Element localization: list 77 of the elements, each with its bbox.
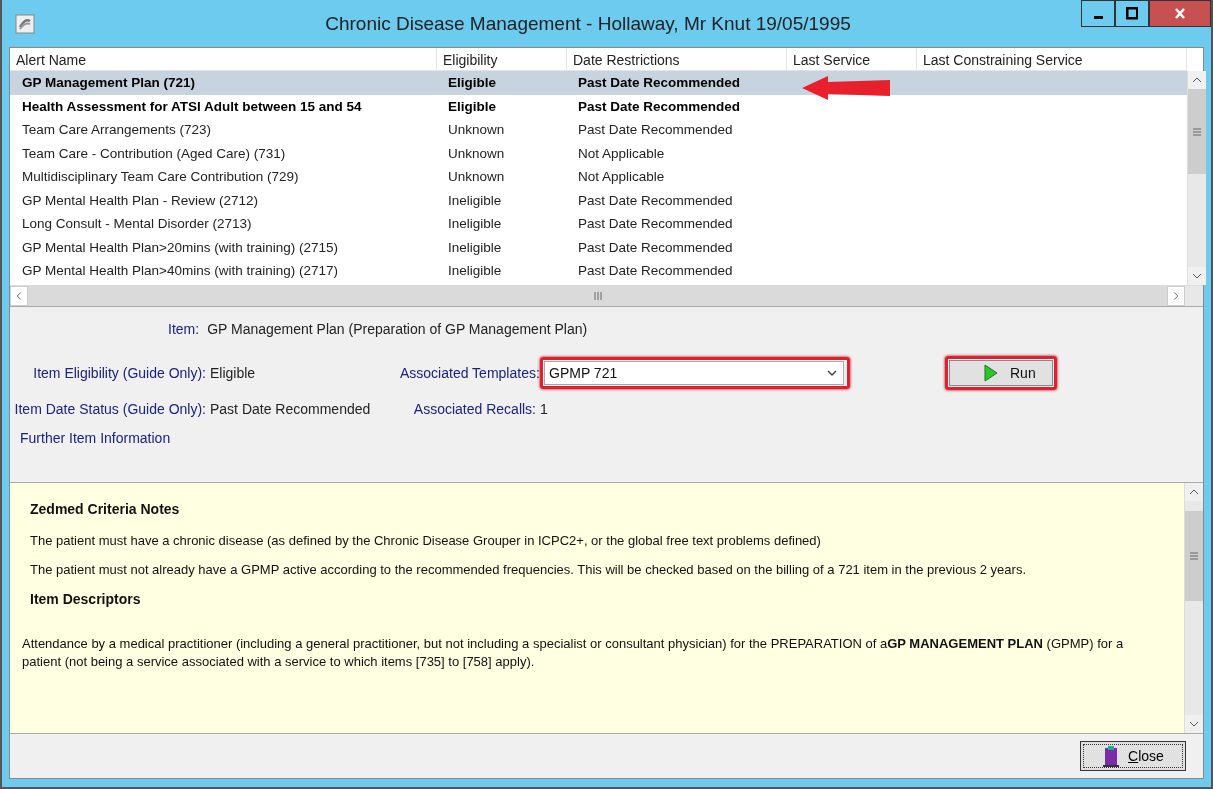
minimize-button[interactable] bbox=[1081, 0, 1115, 27]
section-heading: Item Descriptors bbox=[30, 591, 142, 607]
criteria-note: The patient must have a chronic disease (as defined by the Chronic Disease Grouper in ICPC2+, or the global free text problems defined) bbox=[30, 533, 822, 548]
table-row[interactable]: GP Mental Health Plan>40mins (with training) (2717) Ineligible Past Date Recommended bbox=[10, 259, 1187, 283]
column-header[interactable]: Last Constraining Service bbox=[917, 48, 1187, 70]
grip-icon bbox=[1189, 552, 1199, 560]
close-button[interactable]: Close bbox=[1080, 741, 1186, 771]
table-cell-text: Ineligible bbox=[447, 192, 503, 208]
field-label: Associated Recalls: bbox=[412, 401, 537, 417]
table-cell-text: Team Care Arrangements (723) bbox=[21, 122, 213, 138]
table-cell-text: Long Consult - Mental Disorder (2713) bbox=[21, 216, 253, 232]
caret-icon bbox=[825, 368, 839, 378]
table-cell-text: GP Mental Health Plan>20mins (with training) (2715) bbox=[21, 239, 340, 255]
table-cell-text: Not Applicable bbox=[577, 169, 666, 185]
scroll-down-icon[interactable] bbox=[1188, 267, 1206, 285]
play-icon bbox=[984, 364, 998, 382]
close-button[interactable] bbox=[1149, 0, 1211, 27]
criteria-note: The patient must not already have a GPMP active according to the recommended frequencies. This will be checked based on the billing of a 721 item in the previous 2 years. bbox=[30, 562, 1028, 577]
table-row[interactable]: GP Management Plan (721) Eligible Past Date Recommended bbox=[10, 71, 1187, 95]
table-cell-text: Eligible bbox=[447, 75, 497, 91]
table-cell-text: GP Mental Health Plan>40mins (with training) (2717) bbox=[21, 263, 340, 279]
section-label: Further Item Information bbox=[19, 430, 172, 446]
table-cell-text: Ineligible bbox=[447, 239, 503, 255]
table-cell-text: Unknown bbox=[447, 122, 506, 138]
table-cell-text: Multidisciplinary Team Care Contribution (729) bbox=[21, 169, 300, 185]
table-row[interactable]: GP Mental Health Plan>20mins (with training) (2715) Ineligible Past Date Recommended bbox=[10, 235, 1187, 259]
table-cell-text: Unknown bbox=[447, 145, 506, 161]
table-cell-text: Past Date Recommended bbox=[577, 239, 734, 255]
table-cell-text: Ineligible bbox=[447, 263, 503, 279]
field-value: GP Management Plan (Preparation of GP Management Plan) bbox=[207, 321, 588, 337]
table-row[interactable]: Team Care - Contribution (Aged Care) (731) Unknown Not Applicable bbox=[10, 141, 1187, 165]
section-heading: Zedmed Criteria Notes bbox=[30, 501, 181, 517]
table-row[interactable]: Team Care Arrangements (723) Unknown Past Date Recommended bbox=[10, 118, 1187, 142]
field-value: Past Date Recommended bbox=[210, 401, 372, 417]
table-cell-text: Past Date Recommended bbox=[577, 122, 734, 138]
item-descriptor: Attendance by a medical practitioner (including a general practitioner, but not including a specialist or consultant physician) for the PREPARATION of aGP MANAGEMENT PLAN (GPMP) for a patient (not being a service associated with a service to which items [735] to [758] apply). bbox=[22, 635, 1125, 671]
app-icon bbox=[15, 13, 35, 34]
window-title: Chronic Disease Management - Hollaway, Mr Knut 19/05/1995 bbox=[324, 12, 852, 35]
field-value: 1 bbox=[540, 401, 549, 417]
grip-icon bbox=[1192, 127, 1202, 136]
field-label: Item: bbox=[168, 321, 201, 337]
template-dropdown[interactable]: GPMP 721 bbox=[544, 361, 844, 385]
table-cell-text: Ineligible bbox=[447, 216, 503, 232]
table-row[interactable]: Multidisciplinary Team Care Contribution (729) Unknown Not Applicable bbox=[10, 165, 1187, 189]
field-value: Eligible bbox=[210, 365, 257, 381]
table-cell-text: Not Applicable bbox=[577, 145, 666, 161]
field-label: Item Eligibility (Guide Only): bbox=[32, 365, 207, 381]
table-cell-text: Eligible bbox=[447, 98, 497, 114]
table-cell-text: Past Date Recommended bbox=[577, 192, 734, 208]
table-row[interactable]: GP Mental Health Plan - Review (2712) Ineligible Past Date Recommended bbox=[10, 188, 1187, 212]
scroll-up-icon[interactable] bbox=[1185, 483, 1203, 501]
table-cell-text: Past Date Recommended bbox=[577, 98, 742, 114]
table-cell-text: Past Date Recommended bbox=[577, 263, 734, 279]
scroll-up-icon[interactable] bbox=[1188, 71, 1206, 89]
column-header[interactable]: Date Restrictions bbox=[567, 48, 787, 70]
maximize-button[interactable] bbox=[1115, 0, 1149, 27]
table-row[interactable]: Health Assessment for ATSI Adult between 15 and 54 Eligible Past Date Recommended bbox=[10, 94, 1187, 118]
column-header[interactable]: Alert Name bbox=[10, 48, 437, 70]
minimize-icon bbox=[1093, 16, 1103, 19]
table-row[interactable]: Long Consult - Mental Disorder (2713) Ineligible Past Date Recommended bbox=[10, 212, 1187, 236]
column-header[interactable]: Last Service bbox=[787, 48, 917, 70]
door-icon bbox=[1102, 745, 1121, 767]
table-cell-text: Unknown bbox=[447, 169, 506, 185]
table-cell-text: GP Management Plan (721) bbox=[21, 75, 197, 91]
close-icon bbox=[1175, 8, 1185, 19]
column-header[interactable]: Eligibility bbox=[437, 48, 567, 70]
run-button[interactable]: Run bbox=[949, 360, 1053, 386]
grip-icon bbox=[593, 291, 602, 301]
maximize-icon bbox=[1125, 7, 1139, 20]
scroll-down-icon[interactable] bbox=[1185, 715, 1203, 733]
table-cell-text: Past Date Recommended bbox=[577, 75, 742, 91]
table-cell-text: Team Care - Contribution (Aged Care) (731) bbox=[21, 145, 287, 161]
table-cell-text: GP Mental Health Plan - Review (2712) bbox=[21, 192, 260, 208]
field-label: Associated Templates: bbox=[400, 365, 540, 381]
field-label: Item Date Status (Guide Only): bbox=[13, 401, 207, 417]
table-cell-text: Past Date Recommended bbox=[577, 216, 734, 232]
table-cell-text: Health Assessment for ATSI Adult between 15 and 54 bbox=[21, 98, 363, 114]
